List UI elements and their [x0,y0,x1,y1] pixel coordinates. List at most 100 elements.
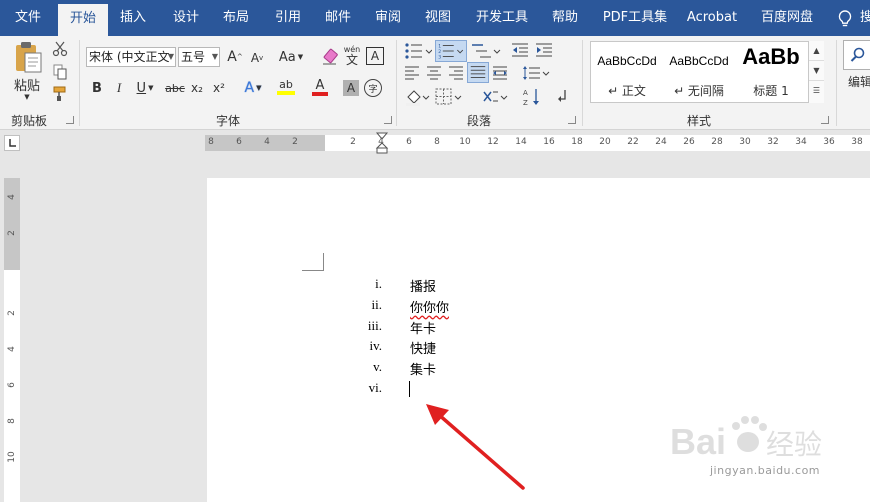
increase-indent-icon[interactable] [535,42,553,58]
font-color-button[interactable]: A [306,76,334,98]
enclose-characters-button[interactable]: 字 [364,79,382,97]
tab-10[interactable]: 帮助 [542,0,588,36]
styles-dialog-launcher[interactable] [821,116,829,124]
text-effects-label: A [244,80,255,96]
font-name-value: 宋体 (中文正文 [89,50,170,64]
tab-13[interactable]: 百度网盘 [752,0,822,36]
tab-selector[interactable] [4,135,20,151]
shading-icon[interactable] [404,88,430,106]
subscript-button[interactable]: x₂ [188,78,206,98]
group-separator [836,40,837,126]
font-size-combo[interactable]: 五号 ▼ [178,47,220,67]
paste-icon[interactable] [12,40,44,74]
tab-4[interactable]: 布局 [214,0,258,36]
bold-label: B [92,80,102,96]
tab-12[interactable]: Acrobat [678,0,746,36]
bold-button[interactable]: B [88,78,106,98]
clear-format-icon[interactable] [320,47,340,67]
underline-button[interactable]: U ▼ [132,78,158,98]
character-shading-button[interactable]: A [343,80,359,96]
style-heading-1[interactable]: AaBb 标题 1 [735,42,807,102]
superscript-label: x² [213,81,225,95]
ribbon-tab-bar: 文件 开始 插入 设计 布局 引用 邮件 审阅 视图 开发工具 帮助 PDF工具集 Acrobat 百度网… [0,0,870,36]
ruler-number: 24 [655,137,667,147]
list-item-text[interactable]: 播报 [410,276,436,295]
multilevel-icon[interactable] [471,42,501,60]
paragraph-group-label: 段落 [467,114,492,128]
align-right-icon[interactable] [448,65,464,81]
tab-6[interactable]: 邮件 [316,0,360,36]
underline-label: U [136,80,147,96]
style-normal[interactable]: AaBbCcDd ↵ 正文 [591,42,663,102]
ruler-number: 8 [434,137,440,147]
list-item-number: v. [373,359,382,375]
text-effects-button[interactable]: A ▼ [240,78,266,98]
phonetic-guide-button[interactable]: wén 文 [343,43,361,69]
italic-button[interactable]: I [110,78,128,98]
sort-icon[interactable]: AZ [522,87,542,107]
horizontal-ruler-row: 8 6 4 2 2 4 6 8 10 12 14 16 18 20 22 24 26 28 30 32 34 36 38 [0,131,870,154]
vertical-ruler[interactable]: 4 2 2 4 6 8 10 [4,178,20,502]
justify-icon[interactable] [467,62,489,83]
ruler-number: 34 [795,137,807,147]
page-corner-mark [302,253,324,271]
borders-icon[interactable] [435,88,463,106]
tab-7[interactable]: 审阅 [366,0,410,36]
align-left-icon[interactable] [404,65,420,81]
distributed-icon[interactable] [492,65,508,81]
horizontal-ruler[interactable]: 8 6 4 2 2 4 6 8 10 12 14 16 18 20 22 24 26 28 30 32 34 36 38 [205,132,870,154]
change-case-button[interactable]: Aa ▼ [276,47,306,67]
svg-text:3: 3 [438,54,441,60]
format-painter-icon[interactable] [52,86,68,102]
style-name: ↵ 正文 [608,84,646,98]
list-item-text[interactable]: 集卡 [410,359,436,378]
tab-3[interactable]: 设计 [164,0,208,36]
highlight-button[interactable]: ab [272,76,300,98]
list-item-text[interactable]: 年卡 [410,318,436,337]
show-marks-icon[interactable] [556,88,570,106]
bullets-icon[interactable] [404,42,432,60]
tab-stop-icon [9,139,16,147]
font-name-combo[interactable]: 宋体 (中文正文 ▼ [86,47,176,67]
styles-more-button[interactable]: ☰ [809,81,824,101]
grow-font-button[interactable]: A ^ [226,47,244,67]
tab-2[interactable]: 插入 [110,0,156,36]
styles-scroll-up-button[interactable]: ▲ [809,41,824,61]
paste-button[interactable]: 粘贴 [10,76,44,94]
line-spacing-icon[interactable] [522,64,550,82]
paste-dropdown-arrow[interactable]: ▼ [22,92,32,102]
editing-button[interactable] [843,40,870,70]
clipboard-dialog-launcher[interactable] [66,116,74,124]
copy-icon[interactable] [52,64,68,80]
list-item-text[interactable]: 快捷 [410,338,436,357]
tab-5[interactable]: 引用 [266,0,310,36]
ruler-number: 2 [7,310,17,316]
shrink-font-label: A [250,51,260,65]
chevron-down-icon: ▼ [167,52,174,61]
center-icon[interactable] [426,65,442,81]
superscript-button[interactable]: x² [210,78,228,98]
shrink-font-button[interactable]: Av [248,48,266,68]
highlight-label: ab [279,78,293,91]
tab-11[interactable]: PDF工具集 [596,0,674,36]
tab-search[interactable]: 搜 [860,0,870,36]
character-border-button[interactable]: A [366,47,384,65]
lightbulb-icon[interactable] [836,9,854,29]
decrease-indent-icon[interactable] [511,42,529,58]
tab-9[interactable]: 开发工具 [466,0,538,36]
tab-8[interactable]: 视图 [416,0,460,36]
font-dialog-launcher[interactable] [384,116,392,124]
paragraph-dialog-launcher[interactable] [568,116,576,124]
paw-icon [732,416,767,452]
cut-icon[interactable] [52,41,68,57]
style-no-spacing[interactable]: AaBbCcDd ↵ 无间隔 [663,42,735,102]
list-item-number: iv. [369,338,382,354]
numbering-icon[interactable]: 1 2 3 [435,40,467,62]
strikethrough-button[interactable]: abc [164,78,186,98]
list-item-text[interactable]: 你你你 [410,297,449,316]
tab-0[interactable]: 文件 [8,0,48,36]
chinese-layout-icon[interactable] [481,88,509,106]
styles-scroll-down-button[interactable]: ▼ [809,61,824,81]
svg-text:2: 2 [438,49,441,55]
tab-1[interactable]: 开始 [58,4,108,36]
